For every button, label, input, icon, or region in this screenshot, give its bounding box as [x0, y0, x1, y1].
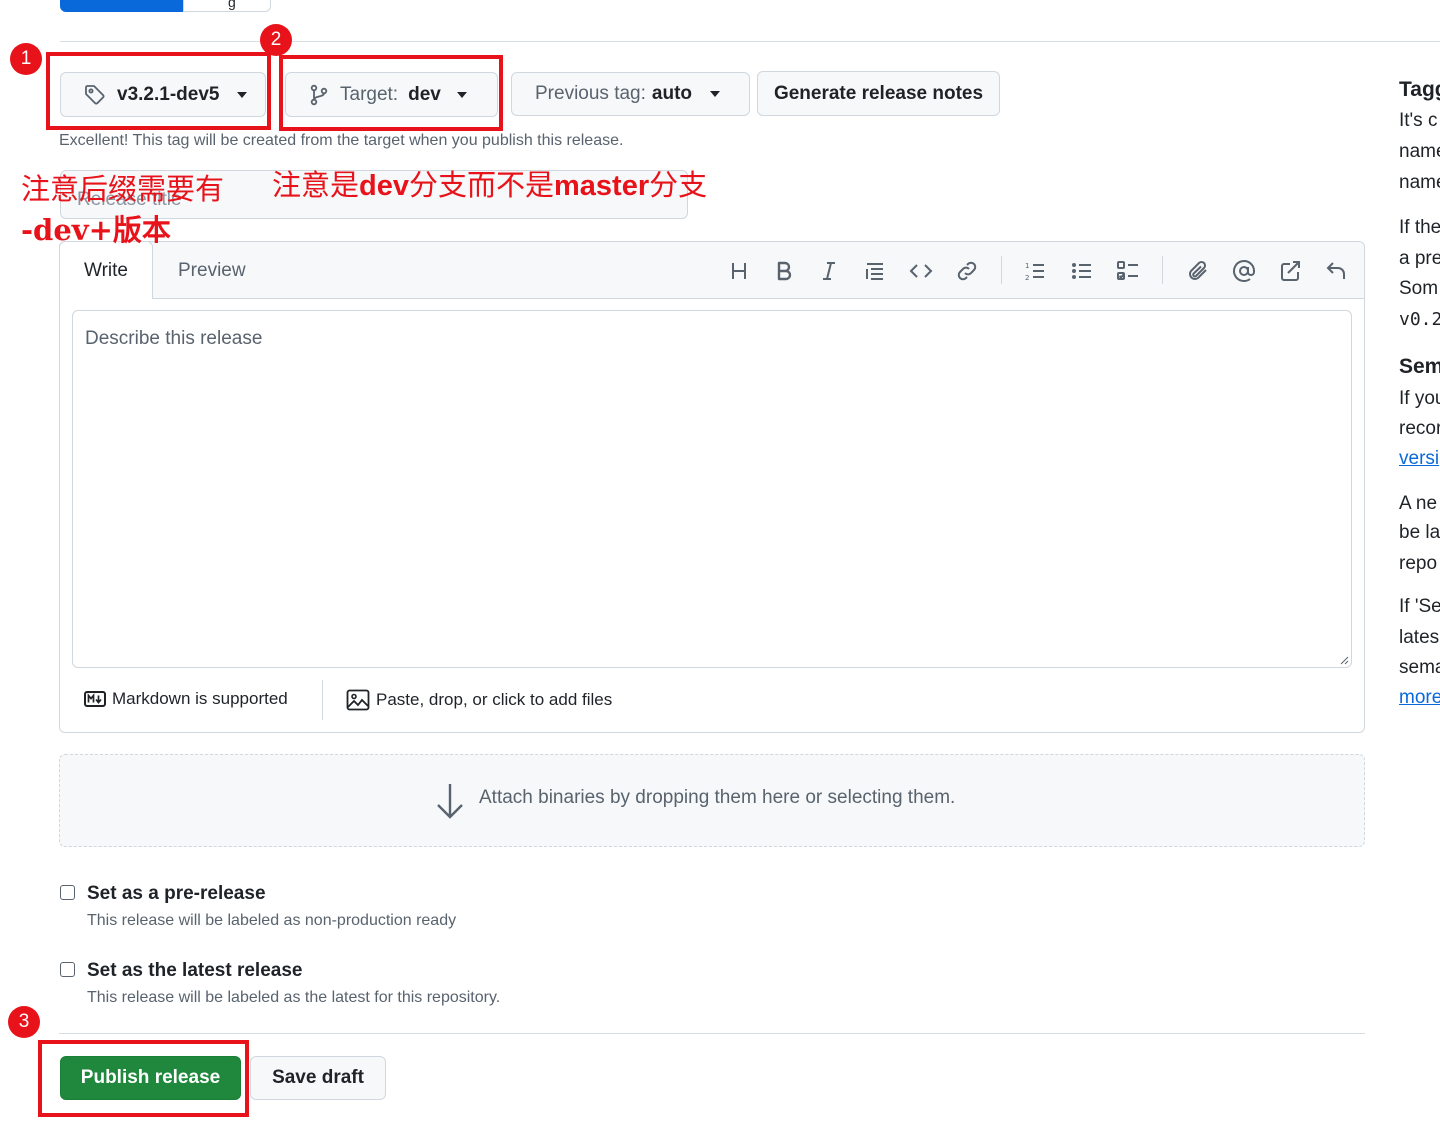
cross-reference-icon[interactable] [1277, 258, 1303, 284]
divider [59, 1033, 1365, 1034]
tab-new-release[interactable] [60, 0, 183, 12]
annotation-note-branch: 注意是dev分支而不是master分支 [272, 162, 707, 204]
sidebar-text: A ne [1399, 493, 1438, 514]
tab-secondary[interactable]: g [183, 0, 271, 12]
link-icon[interactable] [954, 258, 980, 284]
paperclip-icon[interactable] [1185, 258, 1211, 284]
tab-preview[interactable]: Preview [178, 260, 246, 282]
italic-icon[interactable] [816, 258, 842, 284]
latest-release-label[interactable]: Set as the latest release [87, 960, 302, 982]
sidebar-text: recor [1399, 418, 1440, 439]
release-body-textarea[interactable]: Describe this release [72, 310, 1352, 668]
previous-tag-value: auto [651, 83, 693, 104]
attach-binaries-text: Attach binaries by dropping them here or… [479, 787, 956, 808]
heading-icon[interactable] [726, 258, 752, 284]
undo-icon[interactable] [1323, 258, 1349, 284]
unordered-list-icon[interactable] [1069, 258, 1095, 284]
sidebar-text: name [1399, 172, 1440, 193]
markdown-supported-link[interactable]: Markdown is supported [84, 689, 288, 709]
arrow-down-icon [437, 784, 463, 819]
attach-files-note: Paste, drop, or click to add files [376, 690, 613, 709]
latest-release-checkbox[interactable] [60, 962, 75, 977]
sidebar-text: repo [1399, 553, 1438, 574]
mention-icon[interactable] [1231, 258, 1257, 284]
prerelease-label[interactable]: Set as a pre-release [87, 883, 266, 905]
svg-text:1: 1 [1025, 262, 1029, 270]
prerelease-checkbox[interactable] [60, 885, 75, 900]
image-icon [346, 689, 370, 711]
annotation-note-suffix: 注意后缀需要有 [21, 172, 225, 206]
task-list-icon[interactable] [1115, 258, 1141, 284]
chevron-down-icon [710, 91, 721, 97]
generate-release-notes-label: Generate release notes [773, 82, 984, 104]
annotation-box-publish [38, 1040, 249, 1117]
toolbar-divider [1001, 256, 1002, 284]
sidebar-text: sema [1399, 657, 1440, 678]
annotation-text: 分支而不是 [409, 168, 555, 202]
sidebar-heading: Tagg [1399, 78, 1440, 101]
annotation-text: 注意是 [272, 168, 360, 202]
sidebar-text: It's c [1399, 110, 1438, 131]
latest-release-description: This release will be labeled as the late… [87, 989, 501, 1006]
quote-icon[interactable] [862, 258, 888, 284]
release-body-placeholder: Describe this release [85, 328, 263, 349]
tab-write-label: Write [84, 259, 128, 281]
sidebar-text: If the [1399, 217, 1440, 238]
previous-tag-button[interactable]: Previous tag: auto [511, 72, 750, 116]
sidebar-link[interactable]: versi [1399, 448, 1439, 470]
tab-write[interactable]: Write [59, 241, 153, 299]
sidebar-text: Som [1399, 278, 1439, 299]
release-body-editor: Write Preview 12 Describe this release M… [59, 241, 1365, 733]
annotation-text: 分支 [649, 168, 708, 202]
sidebar-code: v0.2 [1399, 309, 1440, 330]
editor-toolbar: Write Preview 12 [59, 241, 1364, 299]
footer-divider [322, 680, 323, 720]
annotation-box-target [279, 55, 503, 131]
add-files-button[interactable]: Paste, drop, or click to add files [346, 689, 612, 711]
sidebar-text: name [1399, 141, 1440, 162]
prerelease-description: This release will be labeled as non-prod… [87, 912, 457, 929]
resize-handle-icon[interactable] [1339, 655, 1349, 665]
sidebar-heading: Sem [1399, 355, 1440, 378]
annotation-note-suffix-2: -dev+版本 [21, 213, 171, 247]
bold-icon[interactable] [771, 258, 797, 284]
svg-text:2: 2 [1025, 274, 1029, 282]
sidebar-text: be la [1399, 522, 1440, 543]
tab-secondary-label: g [228, 0, 236, 10]
sidebar-link[interactable]: more [1399, 687, 1440, 709]
ordered-list-icon[interactable]: 12 [1022, 258, 1048, 284]
sidebar-text: lates [1399, 627, 1440, 648]
generate-release-notes-button[interactable]: Generate release notes [757, 71, 1000, 116]
annotation-text: dev [359, 170, 409, 202]
annotation-badge: 3 [8, 1006, 40, 1038]
annotation-badge: 2 [260, 24, 292, 56]
sidebar-text: If 'Se [1399, 596, 1440, 617]
attach-binaries-dropzone[interactable]: Attach binaries by dropping them here or… [59, 754, 1365, 847]
toolbar-divider [1162, 256, 1163, 284]
annotation-text: master [554, 170, 650, 202]
markdown-note: Markdown is supported [112, 689, 288, 708]
sidebar-text: a pre [1399, 248, 1440, 269]
markdown-icon [84, 691, 106, 707]
code-icon[interactable] [908, 258, 934, 284]
tag-helper-text: Excellent! This tag will be created from… [59, 132, 624, 149]
previous-tag-prefix: Previous tag: [535, 83, 646, 104]
annotation-badge: 1 [10, 43, 42, 75]
annotation-box-tag [46, 52, 271, 130]
save-draft-button[interactable]: Save draft [250, 1056, 386, 1100]
sidebar-text: If you [1399, 388, 1440, 409]
